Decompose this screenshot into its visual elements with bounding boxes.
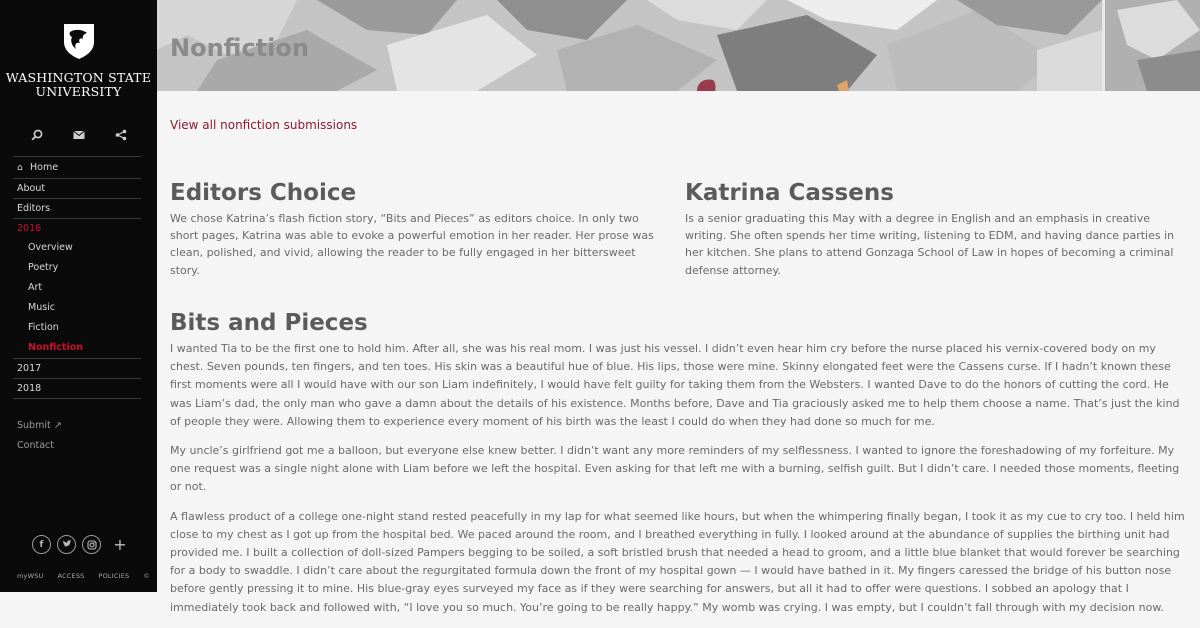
nav-item-music[interactable]: Music (13, 298, 141, 318)
nav-label-music: Music (28, 302, 56, 313)
site-nav: ⌂ Home About Editors 2016 Overview Poetr… (13, 156, 141, 419)
twitter-icon[interactable] (57, 535, 76, 554)
nav-label-nonfiction: Nonfiction (28, 342, 84, 353)
facebook-icon[interactable]: f (32, 535, 51, 554)
nav-item-2017[interactable]: 2017 (13, 358, 141, 378)
story-title: Bits and Pieces (170, 310, 368, 336)
nav-label-editors: Editors (17, 203, 51, 214)
share-icon[interactable] (114, 128, 128, 142)
wsu-logo[interactable]: WASHINGTON STATE UNIVERSITY (0, 22, 157, 99)
author-bio: Is a senior graduating this May with a d… (685, 212, 1175, 277)
hero-artwork (157, 0, 1200, 91)
footer-link-mywsu[interactable]: myWSU (17, 572, 44, 580)
tool-bar (0, 128, 157, 142)
mail-icon[interactable] (72, 128, 86, 142)
nav-item-editors[interactable]: Editors (13, 198, 141, 218)
nav-label-2016: 2016 (17, 223, 42, 234)
nav-label-poetry: Poetry (28, 262, 59, 273)
nav-item-2016[interactable]: 2016 (13, 218, 141, 238)
sidebar: WASHINGTON STATE UNIVERSITY ⌂ Home About… (0, 0, 157, 592)
nav-item-home[interactable]: ⌂ Home (13, 156, 141, 178)
nav-item-about[interactable]: About (13, 178, 141, 198)
cougar-shield-icon (63, 24, 94, 59)
nav-item-poetry[interactable]: Poetry (13, 258, 141, 278)
search-icon[interactable] (30, 128, 44, 142)
nav-label-fiction: Fiction (28, 322, 59, 333)
nav-label-art: Art (28, 282, 43, 293)
nav-label-about: About (17, 183, 46, 194)
secondary-links: Submit ↗ Contact (17, 416, 62, 456)
nav-label-2018: 2018 (17, 383, 42, 394)
wordmark-line-2: UNIVERSITY (35, 84, 122, 99)
plus-icon[interactable]: + (113, 535, 127, 554)
nav-label-home: Home (30, 162, 59, 173)
story-paragraph: My uncle’s girlfriend got me a balloon, … (170, 444, 1180, 494)
nav-item-nonfiction[interactable]: Nonfiction (13, 338, 141, 358)
story-body: I wanted Tia to be the first one to hold… (170, 340, 1188, 628)
editors-choice-heading: Editors Choice (170, 180, 357, 206)
social-links: f + (32, 535, 127, 554)
view-all-nonfiction-link[interactable]: View all nonfiction submissions (170, 118, 357, 132)
nav-label-2017: 2017 (17, 363, 42, 374)
footer-link-access[interactable]: ACCESS (58, 572, 85, 580)
nav-item-art[interactable]: Art (13, 278, 141, 298)
footer-link-policies[interactable]: POLICIES (98, 572, 129, 580)
page-title: Nonfiction (170, 34, 309, 62)
footer-links: myWSU ACCESS POLICIES © (17, 572, 150, 580)
main-content: View all nonfiction submissions Editors … (157, 91, 1200, 614)
editors-choice-text: We chose Katrina’s flash fiction story, … (170, 212, 654, 277)
nav-item-2018[interactable]: 2018 (13, 378, 141, 398)
contact-link[interactable]: Contact (17, 436, 62, 456)
submit-link[interactable]: Submit ↗ (17, 416, 62, 436)
nav-item-fiction[interactable]: Fiction (13, 318, 141, 338)
nav-label-overview: Overview (28, 242, 73, 253)
author-name-heading: Katrina Cassens (685, 180, 894, 206)
nav-item-overview[interactable]: Overview (13, 238, 141, 258)
story-paragraph: A flawless product of a college one-nigh… (170, 509, 1185, 614)
home-icon: ⌂ (17, 163, 23, 173)
wordmark-line-1: WASHINGTON STATE (5, 70, 152, 85)
hero-banner: Nonfiction (157, 0, 1200, 91)
story-paragraph: I wanted Tia to be the first one to hold… (170, 342, 1180, 428)
instagram-icon[interactable] (82, 535, 101, 554)
wordmark: WASHINGTON STATE UNIVERSITY (0, 71, 157, 99)
footer-copyright[interactable]: © (143, 572, 150, 580)
